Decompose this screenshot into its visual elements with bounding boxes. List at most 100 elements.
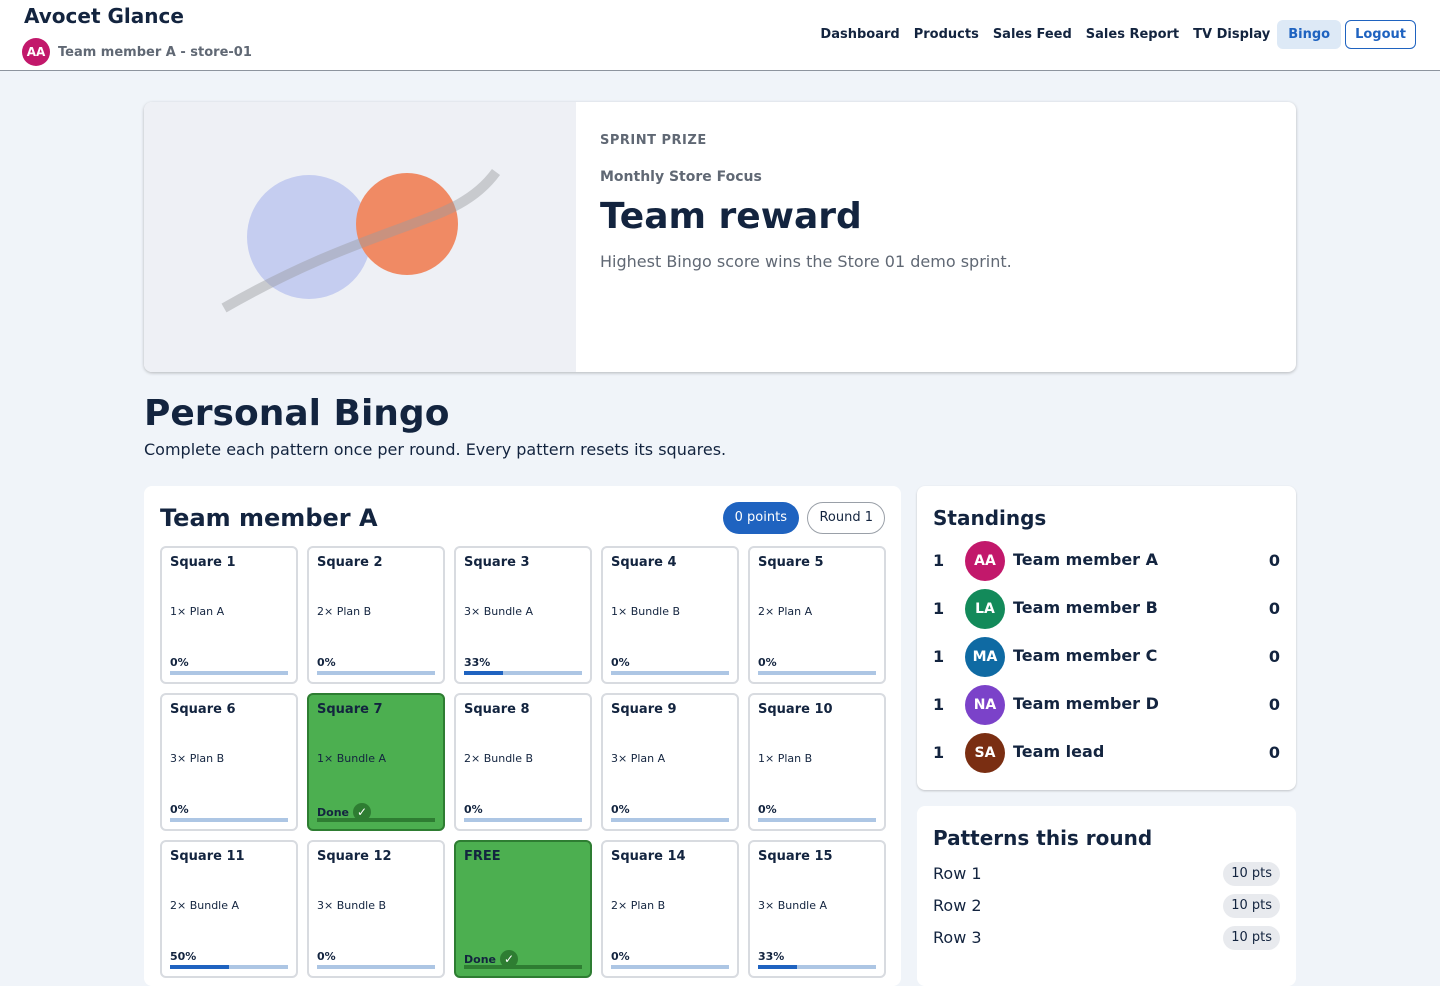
bingo-square[interactable]: Square 7 1× Bundle A Done ✓	[307, 693, 445, 831]
square-progress: 0%	[758, 656, 777, 669]
progress-bar	[611, 818, 729, 822]
top-bar: Avocet Glance AA Team member A - store-0…	[0, 0, 1440, 71]
progress-bar	[317, 818, 435, 822]
avatar: SA	[965, 733, 1005, 773]
progress-bar	[611, 965, 729, 969]
square-progress: 0%	[611, 656, 630, 669]
standings-name: Team member C	[1013, 646, 1158, 665]
progress-bar	[170, 818, 288, 822]
standings-score: 0	[1268, 551, 1280, 570]
bingo-grid: Square 1 1× Plan A 0% Square 2 2× Plan B 0% Sq…	[160, 546, 886, 978]
progress-bar	[464, 671, 582, 675]
square-title: FREE	[464, 849, 501, 864]
progress-bar-fill	[758, 965, 797, 969]
progress-bar	[464, 818, 582, 822]
bingo-square[interactable]: Square 10 1× Plan B 0%	[748, 693, 886, 831]
square-title: Square 1	[170, 555, 236, 570]
standings-score: 0	[1268, 695, 1280, 714]
standings-rank: 1	[933, 695, 945, 714]
bingo-square[interactable]: Square 6 3× Plan B 0%	[160, 693, 298, 831]
bingo-square[interactable]: FREE Done ✓	[454, 840, 592, 978]
pattern-name: Row 3	[933, 928, 982, 947]
square-task: 1× Bundle A	[317, 752, 387, 765]
standings-name: Team member D	[1013, 694, 1159, 713]
bingo-square[interactable]: Square 2 2× Plan B 0%	[307, 546, 445, 684]
progress-bar-fill	[464, 671, 503, 675]
square-progress-label: 0%	[611, 803, 630, 816]
square-task: 1× Plan A	[170, 605, 225, 618]
standings-row: 1 SA Team lead 0	[933, 733, 1280, 773]
patterns-title: Patterns this round	[933, 826, 1153, 850]
nav-sales-report[interactable]: Sales Report	[1079, 20, 1186, 49]
standings-score: 0	[1268, 743, 1280, 762]
square-progress: 0%	[758, 803, 777, 816]
square-task: 1× Plan B	[758, 752, 813, 765]
progress-bar	[758, 965, 876, 969]
progress-bar	[317, 965, 435, 969]
bingo-square[interactable]: Square 11 2× Bundle A 50%	[160, 840, 298, 978]
avatar: MA	[965, 637, 1005, 677]
bingo-square[interactable]: Square 5 2× Plan A 0%	[748, 546, 886, 684]
page-title: Personal Bingo	[144, 393, 450, 434]
standings-row: 1 MA Team member C 0	[933, 637, 1280, 677]
logout-button[interactable]: Logout	[1345, 20, 1416, 49]
bingo-square[interactable]: Square 14 2× Plan B 0%	[601, 840, 739, 978]
standings-rank: 1	[933, 647, 945, 666]
square-progress: 0%	[170, 656, 189, 669]
nav-bingo[interactable]: Bingo	[1277, 20, 1342, 49]
square-title: Square 4	[611, 555, 677, 570]
pattern-name: Row 1	[933, 864, 982, 883]
prize-banner: SPRINT PRIZE Monthly Store Focus Team re…	[144, 102, 1296, 372]
nav-products[interactable]: Products	[907, 20, 986, 49]
bingo-square[interactable]: Square 8 2× Bundle B 0%	[454, 693, 592, 831]
prize-title: Team reward	[600, 196, 862, 237]
pattern-name: Row 2	[933, 896, 982, 915]
pattern-points-badge: 10 pts	[1223, 894, 1280, 918]
patterns-card: Patterns this round Row 1 10 pts Row 2 10 p…	[917, 806, 1296, 986]
bingo-square[interactable]: Square 3 3× Bundle A 33%	[454, 546, 592, 684]
abstract-art-icon	[221, 168, 501, 313]
bingo-square[interactable]: Square 4 1× Bundle B 0%	[601, 546, 739, 684]
pattern-row: Row 3 10 pts	[933, 926, 1280, 950]
square-task: 3× Plan A	[611, 752, 666, 765]
nav-dashboard[interactable]: Dashboard	[813, 20, 906, 49]
progress-bar	[758, 818, 876, 822]
pattern-points-badge: 10 pts	[1223, 926, 1280, 950]
bingo-square[interactable]: Square 12 3× Bundle B 0%	[307, 840, 445, 978]
brand-title[interactable]: Avocet Glance	[24, 4, 184, 28]
progress-bar-fill	[170, 965, 229, 969]
standings-rank: 1	[933, 743, 945, 762]
avatar: AA	[22, 38, 50, 66]
square-title: Square 15	[758, 849, 833, 864]
bingo-square[interactable]: Square 15 3× Bundle A 33%	[748, 840, 886, 978]
bingo-square[interactable]: Square 9 3× Plan A 0%	[601, 693, 739, 831]
player-name: Team member A	[160, 504, 378, 532]
square-task: 2× Plan B	[611, 899, 666, 912]
bingo-square[interactable]: Square 1 1× Plan A 0%	[160, 546, 298, 684]
square-progress-label: 0%	[758, 656, 777, 669]
square-task: 3× Bundle A	[464, 605, 534, 618]
user-line: AA Team member A - store-01	[22, 38, 252, 66]
square-title: Square 9	[611, 702, 677, 717]
standings-row: 1 LA Team member B 0	[933, 589, 1280, 629]
prize-description: Highest Bingo score wins the Store 01 de…	[600, 252, 1012, 271]
avatar: AA	[965, 541, 1005, 581]
nav-tv-display[interactable]: TV Display	[1186, 20, 1277, 49]
square-progress-label: 0%	[170, 656, 189, 669]
progress-bar	[758, 671, 876, 675]
square-title: Square 5	[758, 555, 824, 570]
square-title: Square 7	[317, 702, 383, 717]
board-header: Team member A 0 points Round 1	[160, 502, 885, 534]
standings-name: Team member A	[1013, 550, 1159, 569]
square-title: Square 10	[758, 702, 833, 717]
nav-sales-feed[interactable]: Sales Feed	[986, 20, 1079, 49]
square-progress: 50%	[170, 950, 196, 963]
square-progress-label: 0%	[758, 803, 777, 816]
square-progress-label: Done	[317, 805, 349, 819]
standings-score: 0	[1268, 647, 1280, 666]
standings-row: 1 NA Team member D 0	[933, 685, 1280, 725]
standings-rank: 1	[933, 551, 945, 570]
square-task: 3× Bundle A	[758, 899, 828, 912]
round-badge: Round 1	[807, 502, 885, 534]
square-progress-label: 0%	[170, 803, 189, 816]
